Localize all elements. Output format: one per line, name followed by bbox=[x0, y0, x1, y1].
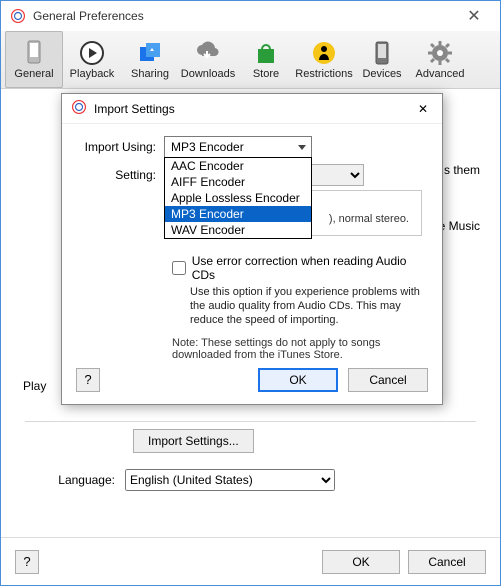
tab-advanced[interactable]: Advanced bbox=[411, 31, 469, 88]
gear-icon bbox=[427, 40, 453, 66]
background-label-fragment: Play bbox=[23, 379, 46, 393]
tab-label: Store bbox=[253, 68, 279, 80]
tab-label: Downloads bbox=[181, 68, 235, 80]
app-icon bbox=[72, 100, 86, 117]
encoder-option[interactable]: MP3 Encoder bbox=[165, 206, 311, 222]
error-correction-label: Use error correction when reading Audio … bbox=[192, 254, 428, 282]
tab-general[interactable]: General bbox=[5, 31, 63, 88]
background-text-fragment: s them bbox=[444, 163, 480, 177]
sharing-icon bbox=[137, 40, 163, 66]
encoder-option[interactable]: AAC Encoder bbox=[165, 158, 311, 174]
settings-note: Note: These settings do not apply to son… bbox=[172, 337, 430, 361]
import-using-label: Import Using: bbox=[76, 140, 164, 154]
encoder-option[interactable]: WAV Encoder bbox=[165, 222, 311, 238]
tab-label: Sharing bbox=[131, 68, 169, 80]
tab-playback[interactable]: Playback bbox=[63, 31, 121, 88]
close-icon[interactable]: ✕ bbox=[454, 6, 494, 26]
device-icon bbox=[21, 40, 47, 66]
window-button-bar: ? OK Cancel bbox=[1, 537, 500, 585]
encoder-option[interactable]: AIFF Encoder bbox=[165, 174, 311, 190]
tab-restrictions[interactable]: Restrictions bbox=[295, 31, 353, 88]
tab-label: Devices bbox=[362, 68, 401, 80]
tab-label: Restrictions bbox=[295, 68, 352, 80]
store-icon bbox=[253, 40, 279, 66]
tab-downloads[interactable]: Downloads bbox=[179, 31, 237, 88]
tab-store[interactable]: Store bbox=[237, 31, 295, 88]
window-title: General Preferences bbox=[33, 9, 144, 23]
setting-label: Setting: bbox=[76, 168, 164, 182]
close-icon[interactable]: ✕ bbox=[410, 102, 436, 116]
cloud-download-icon bbox=[195, 40, 221, 66]
dialog-titlebar: Import Settings ✕ bbox=[62, 94, 442, 124]
ok-button[interactable]: OK bbox=[322, 550, 400, 574]
tab-sharing[interactable]: Sharing bbox=[121, 31, 179, 88]
dialog-title: Import Settings bbox=[94, 102, 175, 116]
play-icon bbox=[79, 40, 105, 66]
import-settings-button[interactable]: Import Settings... bbox=[133, 429, 254, 453]
dialog-cancel-button[interactable]: Cancel bbox=[348, 368, 428, 392]
encoder-option[interactable]: Apple Lossless Encoder bbox=[165, 190, 311, 206]
app-icon bbox=[11, 9, 25, 23]
dialog-help-button[interactable]: ? bbox=[76, 368, 100, 392]
devices-icon bbox=[369, 40, 395, 66]
import-using-combobox[interactable]: MP3 Encoder AAC Encoder AIFF Encoder App… bbox=[164, 136, 312, 158]
encoder-dropdown-list: AAC Encoder AIFF Encoder Apple Lossless … bbox=[164, 157, 312, 239]
window-titlebar: General Preferences ✕ bbox=[1, 1, 500, 31]
tab-label: Advanced bbox=[416, 68, 465, 80]
import-using-value[interactable]: MP3 Encoder bbox=[164, 136, 312, 158]
dialog-ok-button[interactable]: OK bbox=[258, 368, 338, 392]
tab-label: Playback bbox=[70, 68, 115, 80]
tab-label: General bbox=[14, 68, 53, 80]
import-settings-dialog: Import Settings ✕ Import Using: MP3 Enco… bbox=[61, 93, 443, 405]
language-label: Language: bbox=[25, 473, 125, 487]
error-correction-checkbox-row[interactable]: Use error correction when reading Audio … bbox=[172, 254, 428, 282]
tab-devices[interactable]: Devices bbox=[353, 31, 411, 88]
preferences-toolbar: General Playback Sharing Downloads Store… bbox=[1, 31, 500, 89]
help-button[interactable]: ? bbox=[15, 550, 39, 574]
restrictions-icon bbox=[311, 40, 337, 66]
cancel-button[interactable]: Cancel bbox=[408, 550, 486, 574]
background-text-fragment: e Music bbox=[439, 219, 480, 233]
error-correction-checkbox[interactable] bbox=[172, 261, 186, 275]
language-select[interactable]: English (United States) bbox=[125, 469, 335, 491]
error-correction-hint: Use this option if you experience proble… bbox=[190, 286, 430, 327]
